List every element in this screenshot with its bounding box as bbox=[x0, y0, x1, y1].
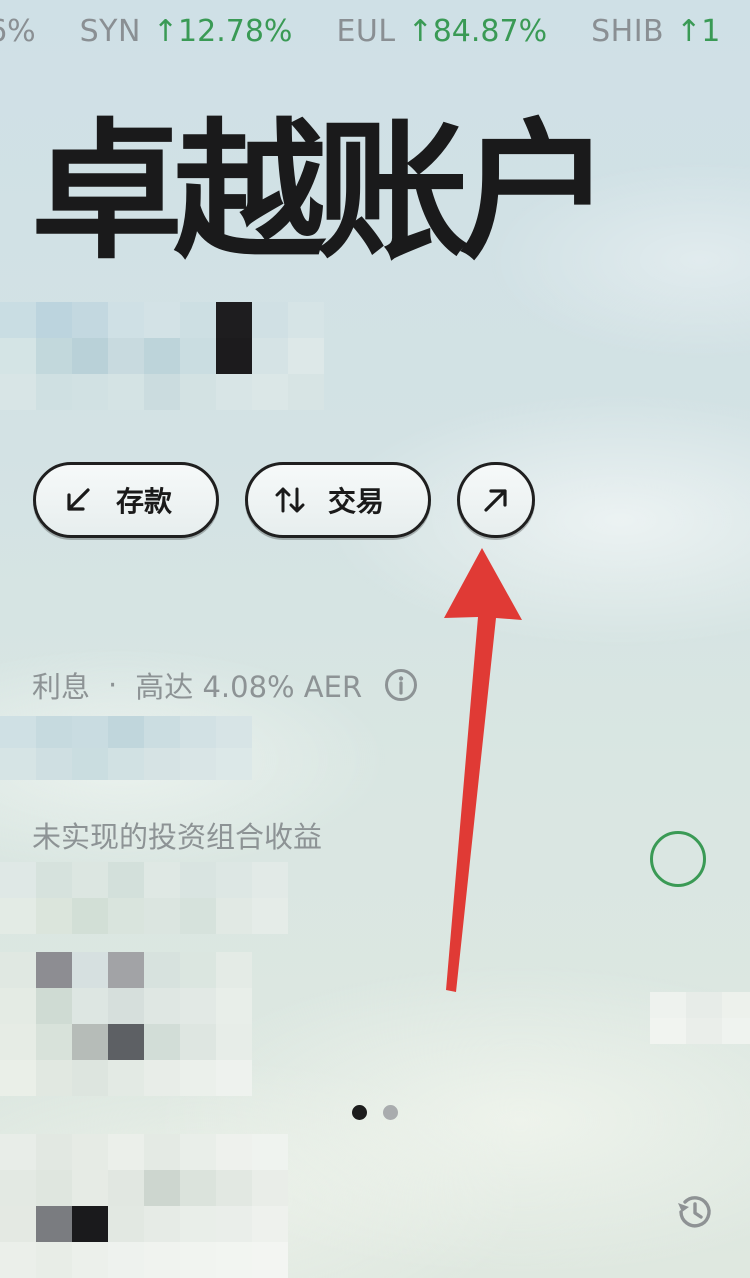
page-dot[interactable] bbox=[383, 1105, 398, 1120]
trade-button[interactable]: 交易 bbox=[245, 462, 431, 538]
side-redacted bbox=[650, 992, 750, 1044]
ticker-symbol: SYN bbox=[79, 14, 141, 49]
ticker-change: ↑12.78% bbox=[152, 14, 293, 49]
ticker-symbol: SHIB bbox=[591, 14, 665, 49]
circle-icon bbox=[650, 831, 706, 887]
annotation-arrow bbox=[444, 548, 522, 992]
ticker-change: ↑1 bbox=[676, 14, 721, 49]
swap-vertical-icon bbox=[270, 480, 310, 520]
unrealized-gains-label: 未实现的投资组合收益 bbox=[32, 820, 323, 854]
history-icon[interactable] bbox=[673, 1191, 715, 1233]
trade-label: 交易 bbox=[328, 485, 385, 518]
interest-row: 利息 · 高达 4.08% AER bbox=[32, 664, 418, 706]
info-icon[interactable] bbox=[384, 668, 418, 702]
gains-value-redacted bbox=[0, 862, 288, 934]
send-button[interactable] bbox=[457, 462, 535, 538]
ticker-item[interactable]: EUL ↑84.87% bbox=[336, 14, 547, 49]
deposit-label: 存款 bbox=[116, 485, 173, 518]
page-title: 卓越账户 bbox=[30, 106, 611, 280]
ticker-change: ↑84.87% bbox=[407, 14, 548, 49]
balance-redacted bbox=[0, 302, 324, 410]
ticker-item[interactable]: SYN ↑12.78% bbox=[80, 14, 293, 49]
price-ticker: 6% SYN ↑12.78% EUL ↑84.87% SHIB ↑1 bbox=[0, 0, 750, 68]
holdings-redacted bbox=[0, 952, 252, 1096]
list-redacted bbox=[0, 1134, 288, 1278]
page-indicator bbox=[352, 1105, 398, 1120]
ticker-change: 6% bbox=[0, 14, 36, 49]
ticker-item[interactable]: SHIB ↑1 bbox=[591, 14, 720, 49]
interest-rate: 高达 4.08% AER bbox=[135, 670, 363, 704]
interest-label: 利息 bbox=[32, 670, 91, 704]
ticker-symbol: EUL bbox=[336, 14, 396, 49]
interest-separator: · bbox=[108, 668, 118, 702]
arrow-up-right-icon bbox=[476, 480, 516, 520]
page-dot-active[interactable] bbox=[352, 1105, 367, 1120]
ticker-item[interactable]: 6% bbox=[0, 14, 36, 49]
arrow-down-left-icon bbox=[58, 480, 98, 520]
interest-value-redacted bbox=[0, 716, 252, 780]
deposit-button[interactable]: 存款 bbox=[33, 462, 219, 538]
